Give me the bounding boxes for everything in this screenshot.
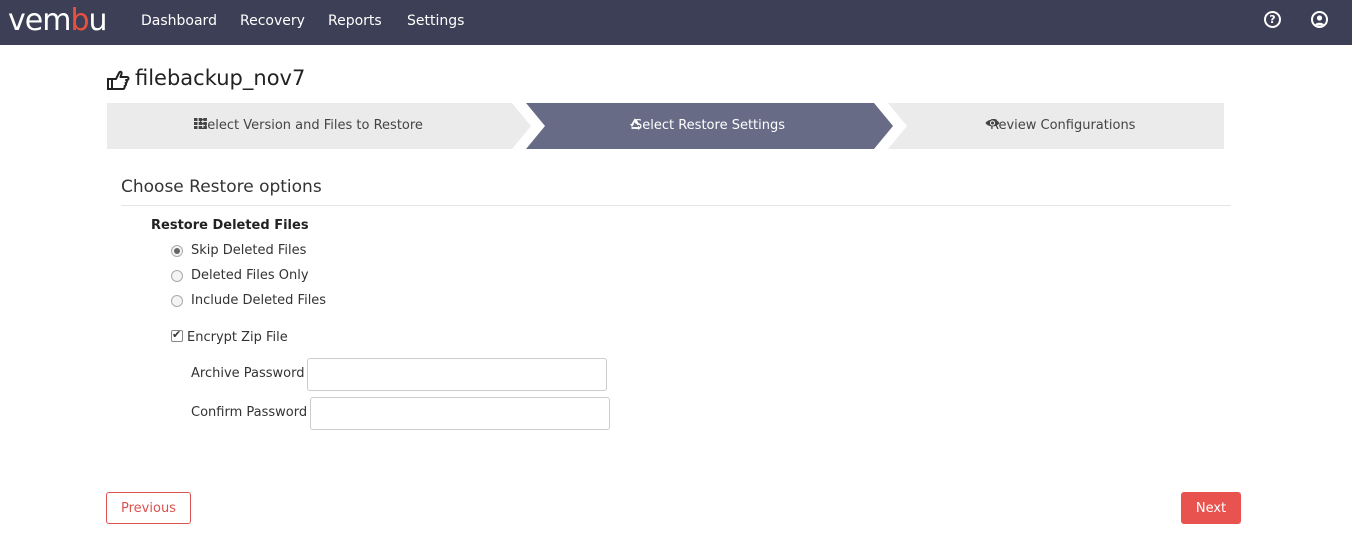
section-divider <box>121 205 1231 206</box>
section-title: Choose Restore options <box>121 177 322 197</box>
radio-skip-deleted-files[interactable] <box>171 245 183 257</box>
restore-deleted-files-label: Restore Deleted Files <box>151 218 309 233</box>
wizard-steps: Select Version and Files to Restore Sele… <box>107 103 1224 149</box>
encrypt-zip-label: Encrypt Zip File <box>187 330 288 345</box>
confirm-password-label: Confirm Password <box>191 405 308 420</box>
radio-label-include-deleted: Include Deleted Files <box>191 293 327 308</box>
hand-pointing-icon <box>107 70 130 90</box>
wizard-step-label: Select Version and Files to Restore <box>199 118 423 133</box>
radio-include-deleted-files[interactable] <box>171 295 183 307</box>
vembu-logo[interactable]: vembu <box>8 3 108 38</box>
user-glyph-icon <box>1314 15 1325 26</box>
nav-settings[interactable]: Settings <box>407 13 464 29</box>
archive-password-field[interactable] <box>307 358 607 391</box>
radio-deleted-files-only[interactable] <box>171 270 183 282</box>
nav-reports[interactable]: Reports <box>328 13 382 29</box>
wizard-step-restore-settings[interactable]: Select Restore Settings <box>629 118 785 133</box>
page-title: filebackup_nov7 <box>135 66 306 90</box>
previous-button[interactable]: Previous <box>106 492 191 524</box>
archive-password-label: Archive Password <box>191 366 305 381</box>
next-button[interactable]: Next <box>1181 492 1241 524</box>
help-icon[interactable]: ? <box>1264 11 1281 28</box>
wizard-step-review[interactable]: Review Configurations <box>985 118 1135 133</box>
top-navbar: vembu Dashboard Recovery Reports Setting… <box>0 0 1352 45</box>
user-icon[interactable] <box>1311 11 1328 28</box>
radio-label-deleted-only: Deleted Files Only <box>191 268 309 283</box>
checkmark-icon: ✔ <box>172 328 182 341</box>
wizard-step-label: Review Configurations <box>990 118 1136 133</box>
confirm-password-field[interactable] <box>310 397 610 430</box>
encrypt-zip-checkbox[interactable]: ✔ <box>171 328 183 342</box>
radio-label-skip-deleted: Skip Deleted Files <box>191 243 307 258</box>
nav-dashboard[interactable]: Dashboard <box>141 13 217 29</box>
wizard-step-select-version[interactable]: Select Version and Files to Restore <box>194 118 423 133</box>
nav-recovery[interactable]: Recovery <box>240 13 305 29</box>
wizard-step-label: Select Restore Settings <box>634 118 786 133</box>
